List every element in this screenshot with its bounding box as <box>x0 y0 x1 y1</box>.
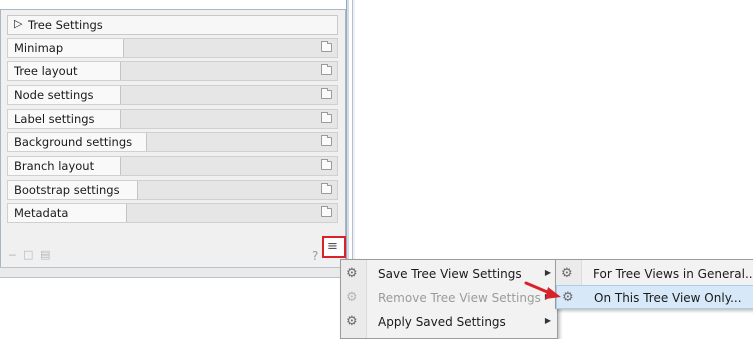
splitter[interactable] <box>346 0 349 278</box>
settings-row-bootstrap-settings[interactable]: Bootstrap settings <box>7 180 338 200</box>
menu-item-label: Remove Tree View Settings <box>378 291 541 305</box>
tree-settings-header[interactable]: ▷ Tree Settings <box>7 15 338 35</box>
layout-icon[interactable]: ▤ <box>40 248 50 261</box>
settings-row-label: Label settings <box>8 110 121 128</box>
submenu-arrow-icon: ▶ <box>544 268 551 277</box>
menu-item-on-this-tree-view-only[interactable]: ⚙ On This Tree View Only... <box>556 285 753 309</box>
gear-icon: ⚙ <box>346 290 358 305</box>
tree-settings-menu-button[interactable]: ≡ <box>322 236 346 258</box>
settings-row-background-settings[interactable]: Background settings <box>7 132 338 152</box>
settings-row-label: Node settings <box>8 86 121 104</box>
settings-row-label: Branch layout <box>8 157 121 175</box>
settings-row-tree-layout[interactable]: Tree layout <box>7 61 338 81</box>
gear-icon: ⚙ <box>346 314 358 329</box>
folder-icon[interactable] <box>321 41 332 52</box>
settings-row-label: Bootstrap settings <box>8 181 138 199</box>
lower-panel-strip <box>0 267 350 278</box>
help-icon[interactable]: ? <box>312 249 318 263</box>
folder-icon[interactable] <box>321 64 332 75</box>
save-settings-submenu: ⚙ For Tree Views in General... ⚙ On This… <box>555 259 753 309</box>
submenu-arrow-icon: ▶ <box>544 316 551 325</box>
panel-bottom-toolbar: ─ □ ▤ ? <box>7 246 338 268</box>
panel-title: Tree Settings <box>28 18 103 32</box>
folder-icon[interactable] <box>321 206 332 217</box>
folder-icon[interactable] <box>321 183 332 194</box>
collapse-toggle-icon[interactable]: ▷ <box>14 17 22 30</box>
folder-icon[interactable] <box>321 112 332 123</box>
menu-item-label: Apply Saved Settings <box>378 315 506 329</box>
gear-icon: ⚙ <box>346 266 358 281</box>
settings-row-label-settings[interactable]: Label settings <box>7 109 338 129</box>
menu-item-apply-saved-settings[interactable]: ⚙ Apply Saved Settings ▶ <box>341 310 557 334</box>
settings-row-node-settings[interactable]: Node settings <box>7 85 338 105</box>
folder-icon[interactable] <box>321 135 332 146</box>
settings-row-metadata[interactable]: Metadata <box>7 203 338 223</box>
menu-item-label: Save Tree View Settings <box>378 267 522 281</box>
settings-row-branch-layout[interactable]: Branch layout <box>7 156 338 176</box>
collapse-all-icon[interactable]: ─ <box>9 249 16 262</box>
folder-icon[interactable] <box>321 88 332 99</box>
menu-item-label: For Tree Views in General... <box>593 267 753 281</box>
menu-item-label: On This Tree View Only... <box>594 291 742 305</box>
annotation-arrow-icon <box>524 281 561 299</box>
splitter[interactable] <box>352 0 355 278</box>
settings-row-label: Tree layout <box>8 62 121 80</box>
settings-row-label: Background settings <box>8 133 147 151</box>
list-settings-icon: ≡ <box>327 239 338 254</box>
settings-row-minimap[interactable]: Minimap <box>7 38 338 58</box>
gear-icon: ⚙ <box>561 266 573 281</box>
folder-icon[interactable]: □ <box>23 248 33 261</box>
tree-settings-panel: ▷ Tree Settings Minimap Tree layout Node… <box>0 9 346 272</box>
folder-icon[interactable] <box>321 159 332 170</box>
settings-row-label: Metadata <box>8 204 127 222</box>
menu-item-for-tree-views-in-general[interactable]: ⚙ For Tree Views in General... <box>556 262 753 286</box>
settings-row-label: Minimap <box>8 39 124 57</box>
